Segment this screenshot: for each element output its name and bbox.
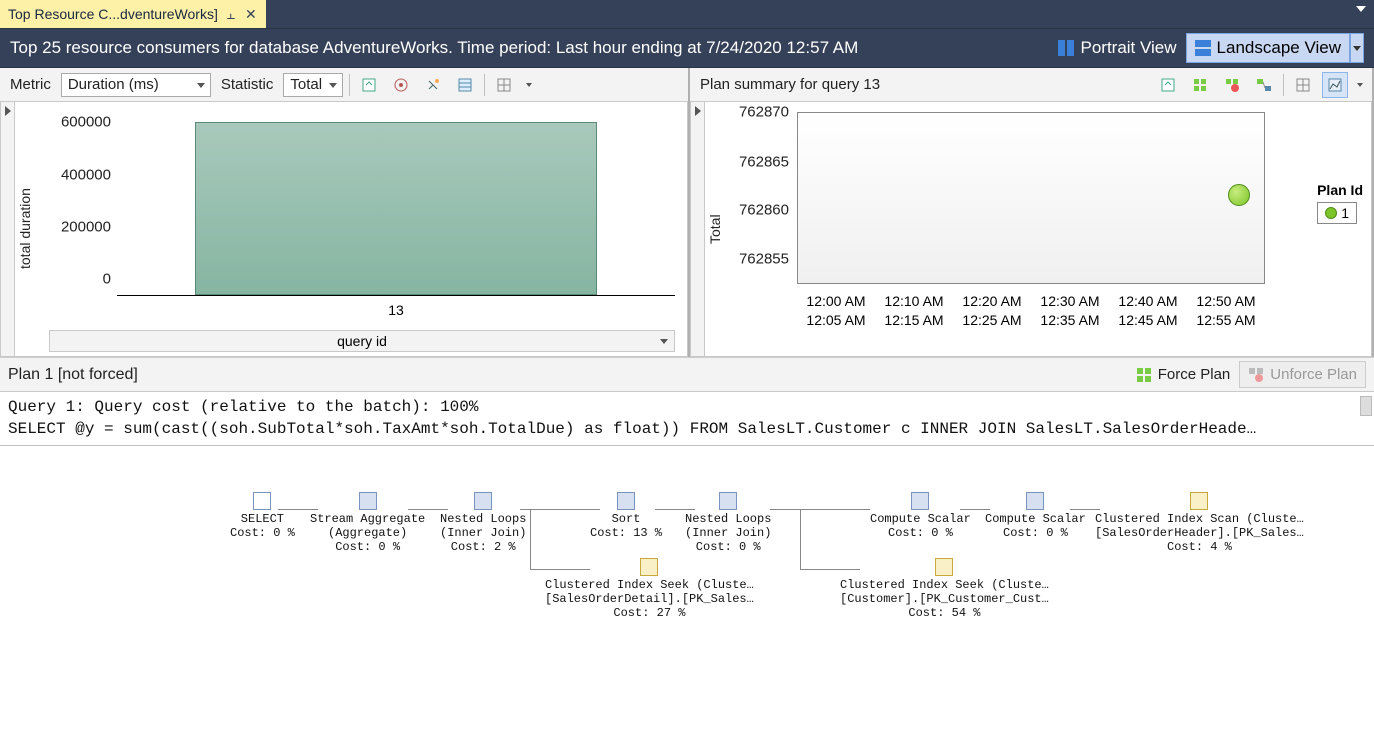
detail-grid-icon[interactable]: [452, 72, 478, 98]
compute-scalar-icon: [911, 492, 929, 510]
unforce-plan-button: Unforce Plan: [1239, 361, 1366, 388]
y-axis-label: total duration: [15, 102, 35, 356]
compare-icon[interactable]: [1251, 72, 1277, 98]
track-query-icon[interactable]: [420, 72, 446, 98]
plan-1-point[interactable]: [1228, 184, 1250, 206]
op-select[interactable]: SELECTCost: 0 %: [230, 492, 295, 540]
portrait-label: Portrait View: [1080, 38, 1176, 58]
title-bar: Top Resource C...dventureWorks] ⫠ ✕: [0, 0, 1374, 28]
landscape-icon: [1195, 40, 1211, 56]
statistic-combo[interactable]: Total: [283, 73, 343, 97]
legend-swatch-icon: [1325, 207, 1337, 219]
x-axis-ticks-right: 12:00 AM12:10 AM12:20 AM 12:30 AM12:40 A…: [797, 292, 1265, 330]
force-plan-button[interactable]: Force Plan: [1127, 361, 1240, 388]
nested-loops-icon: [474, 492, 492, 510]
collapse-right-handle[interactable]: [691, 102, 705, 356]
landscape-view-button[interactable]: Landscape View: [1186, 33, 1350, 63]
plan-summary-title: Plan summary for query 13: [696, 76, 1149, 93]
y-axis-ticks: 0 200000 400000 600000: [43, 122, 111, 296]
view-dropdown[interactable]: [1350, 33, 1364, 63]
query-13-bar[interactable]: [195, 122, 597, 295]
bar-plot[interactable]: [117, 122, 675, 296]
index-scan-icon: [1190, 492, 1208, 510]
select-icon: [253, 492, 271, 510]
sql-scroll-thumb[interactable]: [1360, 396, 1372, 416]
metric-label: Metric: [6, 76, 55, 93]
unforce-icon[interactable]: [1219, 72, 1245, 98]
x-axis-selector[interactable]: query id: [49, 330, 675, 352]
plan-title: Plan 1 [not forced]: [8, 366, 138, 384]
close-icon[interactable]: ✕: [244, 6, 258, 23]
scatter-plot[interactable]: [797, 112, 1265, 284]
y-axis-label-right: Total: [705, 102, 725, 356]
refresh-icon[interactable]: [356, 72, 382, 98]
summary-text: Top 25 resource consumers for database A…: [10, 38, 858, 58]
portrait-view-button[interactable]: Portrait View: [1049, 33, 1185, 63]
op-seek-customer[interactable]: Clustered Index Seek (Cluste…[Customer].…: [840, 558, 1049, 620]
chart-mode-icon[interactable]: [1322, 72, 1348, 98]
sql-text[interactable]: Query 1: Query cost (relative to the bat…: [0, 392, 1374, 446]
summary-bar: Top 25 resource consumers for database A…: [0, 28, 1374, 68]
left-overflow[interactable]: [523, 72, 535, 98]
op-sort[interactable]: SortCost: 13 %: [590, 492, 662, 540]
sort-icon: [617, 492, 635, 510]
metric-combo[interactable]: Duration (ms): [61, 73, 211, 97]
portrait-icon: [1058, 40, 1074, 56]
duration-chart: total duration 0 200000 400000 600000 13…: [0, 102, 688, 357]
right-overflow[interactable]: [1354, 72, 1366, 98]
statistic-label: Statistic: [217, 76, 278, 93]
index-seek-icon: [640, 558, 658, 576]
op-compute-scalar-2[interactable]: Compute ScalarCost: 0 %: [985, 492, 1086, 540]
x-tick-label: 13: [117, 302, 675, 318]
grid-icon[interactable]: [491, 72, 517, 98]
index-seek-icon: [935, 558, 953, 576]
target-icon[interactable]: [388, 72, 414, 98]
op-clustered-index-scan[interactable]: Clustered Index Scan (Cluste…[SalesOrder…: [1095, 492, 1304, 554]
plan-legend: Plan Id 1: [1317, 182, 1363, 224]
execution-plan[interactable]: SELECTCost: 0 % Stream Aggregate(Aggrega…: [0, 446, 1374, 726]
nested-loops-icon: [719, 492, 737, 510]
plan-bar: Plan 1 [not forced] Force Plan Unforce P…: [0, 358, 1374, 392]
document-tab[interactable]: Top Resource C...dventureWorks] ⫠ ✕: [0, 0, 266, 28]
plan-summary-chart: Total 762870 762865 762860 762855 12:00 …: [690, 102, 1372, 357]
right-pane: Plan summary for query 13 Total 762870 7…: [690, 68, 1374, 357]
refresh2-icon[interactable]: [1155, 72, 1181, 98]
aggregate-icon: [359, 492, 377, 510]
op-stream-aggregate[interactable]: Stream Aggregate(Aggregate)Cost: 0 %: [310, 492, 425, 554]
legend-item-1[interactable]: 1: [1317, 202, 1357, 224]
y-axis-ticks-right: 762870 762865 762860 762855: [733, 112, 789, 296]
tab-title: Top Resource C...dventureWorks]: [8, 6, 218, 22]
compute-scalar-icon: [1026, 492, 1044, 510]
op-compute-scalar-1[interactable]: Compute ScalarCost: 0 %: [870, 492, 971, 540]
grid2-icon[interactable]: [1290, 72, 1316, 98]
op-seek-order-detail[interactable]: Clustered Index Seek (Cluste…[SalesOrder…: [545, 558, 754, 620]
left-toolbar: Metric Duration (ms) Statistic Total: [0, 68, 688, 102]
window-menu-dropdown[interactable]: [1356, 6, 1366, 12]
pin-icon[interactable]: ⫠: [224, 6, 238, 23]
left-pane: Metric Duration (ms) Statistic Total tot…: [0, 68, 690, 357]
right-toolbar: Plan summary for query 13: [690, 68, 1372, 102]
collapse-left-handle[interactable]: [1, 102, 15, 356]
sql-line-2: SELECT @y = sum(cast((soh.SubTotal*soh.T…: [8, 418, 1366, 440]
sql-line-1: Query 1: Query cost (relative to the bat…: [8, 396, 1366, 418]
force-icon[interactable]: [1187, 72, 1213, 98]
op-nested-loops-1[interactable]: Nested Loops(Inner Join)Cost: 2 %: [440, 492, 526, 554]
op-nested-loops-2[interactable]: Nested Loops(Inner Join)Cost: 0 %: [685, 492, 771, 554]
legend-title: Plan Id: [1317, 182, 1363, 198]
landscape-label: Landscape View: [1217, 38, 1341, 58]
